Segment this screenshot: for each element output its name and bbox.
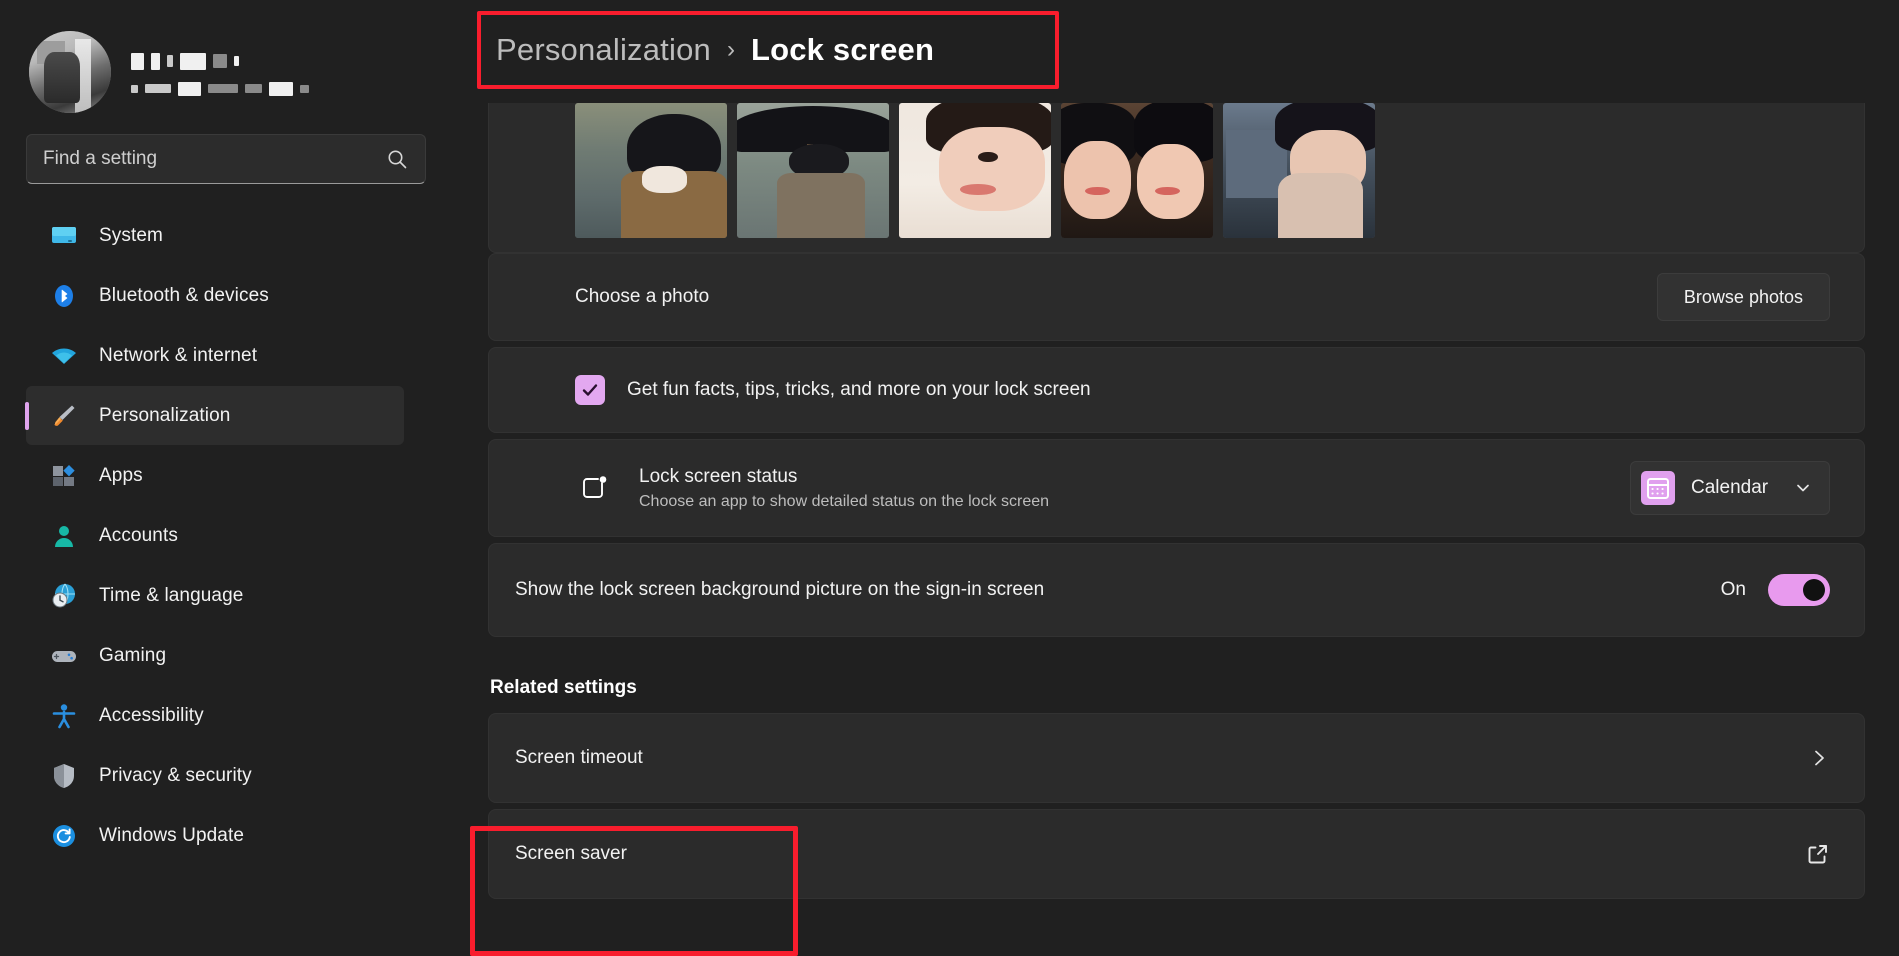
apps-grid-icon bbox=[50, 462, 78, 490]
search-container bbox=[26, 134, 426, 184]
sidebar-item-gaming[interactable]: Gaming bbox=[26, 626, 404, 685]
choose-photo-row: Choose a photo Browse photos bbox=[489, 254, 1864, 340]
gamepad-icon bbox=[50, 642, 78, 670]
chevron-down-icon[interactable] bbox=[1793, 478, 1813, 498]
page-title: Lock screen bbox=[750, 32, 935, 67]
breadcrumb-separator-icon: › bbox=[726, 36, 735, 63]
search-input[interactable] bbox=[43, 148, 385, 170]
breadcrumb: Personalization › Lock screen bbox=[477, 11, 1865, 89]
person-icon bbox=[50, 522, 78, 550]
thumbnail-item[interactable] bbox=[737, 103, 889, 238]
lock-screen-status-dropdown-value: Calendar bbox=[1691, 477, 1769, 498]
main-content: Personalization › Lock screen Choose a p… bbox=[430, 0, 1899, 949]
settings-window: System Bluetooth & devices Network & int… bbox=[0, 0, 1899, 956]
sidebar: System Bluetooth & devices Network & int… bbox=[0, 0, 430, 949]
chevron-right-icon[interactable] bbox=[1808, 747, 1830, 769]
browse-photos-button[interactable]: Browse photos bbox=[1656, 273, 1830, 321]
sidebar-item-label: Privacy & security bbox=[99, 764, 252, 786]
lock-screen-status-row: Lock screen status Choose an app to show… bbox=[489, 440, 1864, 536]
clock-globe-icon bbox=[50, 582, 78, 610]
sidebar-item-label: Time & language bbox=[99, 584, 244, 606]
lock-screen-status-icon bbox=[575, 469, 613, 507]
search-box[interactable] bbox=[26, 134, 426, 184]
search-icon[interactable] bbox=[385, 147, 409, 171]
screen-saver-row[interactable]: Screen saver bbox=[488, 809, 1865, 899]
thumbnail-item[interactable] bbox=[1223, 103, 1375, 238]
user-detail-redacted bbox=[131, 81, 309, 96]
avatar[interactable] bbox=[29, 31, 111, 113]
sidebar-item-system[interactable]: System bbox=[26, 206, 404, 265]
sidebar-item-label: Accessibility bbox=[99, 704, 204, 726]
signin-background-row: Show the lock screen background picture … bbox=[489, 544, 1864, 636]
sidebar-item-network-internet[interactable]: Network & internet bbox=[26, 326, 404, 385]
sidebar-item-privacy-security[interactable]: Privacy & security bbox=[26, 746, 404, 805]
choose-photo-card: Choose a photo Browse photos bbox=[488, 253, 1865, 341]
lock-screen-status-subtitle: Choose an app to show detailed status on… bbox=[639, 492, 1050, 510]
screen-saver-label: Screen saver bbox=[515, 843, 627, 864]
sidebar-item-label: Accounts bbox=[99, 524, 178, 546]
thumbnail-item[interactable] bbox=[899, 103, 1051, 238]
refresh-circle-icon bbox=[50, 822, 78, 850]
sidebar-item-label: System bbox=[99, 224, 163, 246]
sidebar-item-personalization[interactable]: Personalization bbox=[26, 386, 404, 445]
thumbnail-item[interactable] bbox=[1061, 103, 1213, 238]
related-settings-heading: Related settings bbox=[490, 677, 637, 698]
fun-facts-label: Get fun facts, tips, tricks, and more on… bbox=[627, 379, 1091, 400]
lock-screen-status-title: Lock screen status bbox=[639, 465, 798, 487]
user-profile[interactable] bbox=[26, 0, 404, 120]
accessibility-person-icon bbox=[50, 702, 78, 730]
system-monitor-icon bbox=[50, 222, 78, 250]
wifi-icon bbox=[50, 342, 78, 370]
sidebar-item-label: Windows Update bbox=[99, 824, 245, 846]
choose-photo-label: Choose a photo bbox=[575, 286, 710, 307]
sidebar-item-apps[interactable]: Apps bbox=[26, 446, 404, 505]
signin-background-label: Show the lock screen background picture … bbox=[515, 579, 1045, 600]
shield-icon bbox=[50, 762, 78, 790]
calendar-icon bbox=[1641, 471, 1675, 505]
sidebar-item-label: Gaming bbox=[99, 644, 167, 666]
breadcrumb-parent-link[interactable]: Personalization bbox=[496, 32, 711, 68]
bluetooth-icon bbox=[50, 282, 78, 310]
lock-screen-preview-thumbnails bbox=[488, 103, 1865, 253]
sidebar-item-bluetooth-devices[interactable]: Bluetooth & devices bbox=[26, 266, 404, 325]
thumbnail-strip[interactable] bbox=[575, 103, 1864, 252]
signin-background-card: Show the lock screen background picture … bbox=[488, 543, 1865, 637]
profile-text bbox=[131, 49, 309, 96]
fun-facts-row[interactable]: Get fun facts, tips, tricks, and more on… bbox=[489, 348, 1864, 432]
lock-screen-status-left: Lock screen status Choose an app to show… bbox=[575, 466, 1049, 511]
lock-screen-status-card: Lock screen status Choose an app to show… bbox=[488, 439, 1865, 537]
signin-background-toggle[interactable] bbox=[1768, 574, 1830, 606]
settings-list: Choose a photo Browse photos Get fun fac… bbox=[488, 103, 1865, 899]
sidebar-item-label: Apps bbox=[99, 464, 143, 486]
sidebar-nav: System Bluetooth & devices Network & int… bbox=[26, 206, 404, 865]
checkmark-icon bbox=[582, 384, 598, 396]
sidebar-item-label: Personalization bbox=[99, 404, 231, 426]
thumbnail-item[interactable] bbox=[575, 103, 727, 238]
external-link-icon[interactable] bbox=[1806, 842, 1830, 866]
sidebar-item-accessibility[interactable]: Accessibility bbox=[26, 686, 404, 745]
user-name-redacted bbox=[131, 52, 309, 70]
fun-facts-card: Get fun facts, tips, tricks, and more on… bbox=[488, 347, 1865, 433]
sidebar-item-windows-update[interactable]: Windows Update bbox=[26, 806, 404, 865]
fun-facts-checkbox[interactable] bbox=[575, 375, 605, 405]
paintbrush-icon bbox=[50, 402, 78, 430]
screen-timeout-row[interactable]: Screen timeout bbox=[488, 713, 1865, 803]
choose-photo-left: Choose a photo bbox=[575, 286, 709, 308]
lock-screen-status-text: Lock screen status Choose an app to show… bbox=[639, 466, 1049, 511]
lock-screen-status-dropdown[interactable]: Calendar bbox=[1630, 461, 1830, 515]
sidebar-item-label: Bluetooth & devices bbox=[99, 284, 269, 306]
sidebar-item-accounts[interactable]: Accounts bbox=[26, 506, 404, 565]
sidebar-item-label: Network & internet bbox=[99, 344, 258, 366]
signin-background-state-label: On bbox=[1720, 579, 1746, 600]
sidebar-item-time-language[interactable]: Time & language bbox=[26, 566, 404, 625]
screen-timeout-label: Screen timeout bbox=[515, 747, 643, 768]
signin-background-toggle-wrap: On bbox=[1721, 574, 1830, 606]
